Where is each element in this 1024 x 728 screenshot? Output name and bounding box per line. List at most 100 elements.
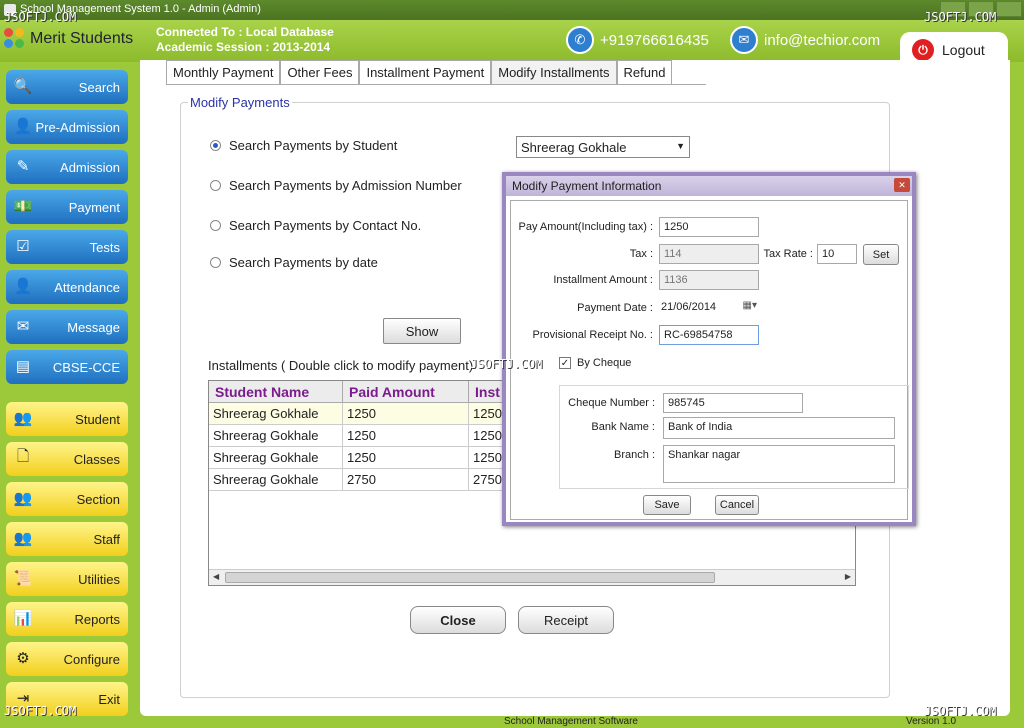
sidebar-item-cbse-cce[interactable]: ▤ CBSE-CCE (6, 350, 128, 384)
radio-search-by-student[interactable]: Search Payments by Student (210, 138, 397, 153)
save-button[interactable]: Save (643, 495, 691, 515)
logo-title: Merit Students (30, 30, 134, 47)
status-center-text: School Management Software (504, 716, 638, 727)
dialog-body: Pay Amount(Including tax) : 1250 Tax : 1… (510, 200, 909, 520)
watermark-top-right: JSOFTJ.COM (924, 10, 997, 24)
sidebar-item-pre-admission[interactable]: 👤 Pre-Admission (6, 110, 128, 144)
bank-name-input[interactable]: Bank of India (663, 417, 895, 439)
academic-session: Academic Session : 2013-2014 (156, 40, 331, 54)
sidebar-item-message[interactable]: ✉ Message (6, 310, 128, 344)
sidebar-item-payment[interactable]: 💵 Payment (6, 190, 128, 224)
gear-icon: ⚙ (16, 650, 30, 667)
student-select[interactable]: Shreerag Gokhale ▼ (516, 136, 690, 158)
checklist-icon: ☑ (16, 238, 30, 255)
scroll-right-icon[interactable]: ▶ (845, 572, 851, 581)
email-address: info@techior.com (764, 31, 881, 49)
scroll-icon: 📜 (13, 570, 33, 587)
by-cheque-checkbox[interactable]: ✓ By Cheque (559, 357, 631, 369)
tab-other-fees[interactable]: Other Fees (280, 60, 360, 84)
connection-info: Connected To : Local Database Academic S… (156, 25, 334, 55)
horizontal-scrollbar[interactable]: ◀ ▶ (209, 569, 855, 585)
receipt-number-input[interactable]: RC-69854758 (659, 325, 759, 345)
modify-payments-legend: Modify Payments (188, 95, 292, 110)
payment-date-label: Payment Date : (577, 302, 653, 314)
tab-divider (166, 84, 706, 85)
scroll-left-icon[interactable]: ◀ (213, 572, 219, 581)
tax-label: Tax : (629, 248, 653, 260)
sidebar-item-search[interactable]: 🔍 Search (6, 70, 128, 104)
document-icon: 🗋 (16, 447, 30, 465)
tax-rate-label: Tax Rate : (763, 248, 813, 260)
tax-input: 114 (659, 244, 759, 264)
tab-modify-installments[interactable]: Modify Installments (491, 60, 617, 84)
logout-label: Logout (942, 42, 985, 58)
payment-date-picker[interactable]: 21/06/2014 ▦▾ (659, 298, 759, 318)
sidebar-item-configure[interactable]: ⚙ Configure (6, 642, 128, 676)
pencil-icon: ✎ (16, 158, 30, 175)
dialog-close-icon[interactable]: ✕ (894, 178, 910, 192)
folder-icon: ▤ (15, 358, 31, 375)
tax-rate-input[interactable]: 10 (817, 244, 857, 264)
cancel-button[interactable]: Cancel (715, 495, 759, 515)
receipt-button[interactable]: Receipt (518, 606, 614, 634)
sidebar-item-section[interactable]: 👥 Section (6, 482, 128, 516)
connection-status: Connected To : Local Database (156, 25, 334, 39)
sidebar-item-utilities[interactable]: 📜 Utilities (6, 562, 128, 596)
sidebar-item-admission[interactable]: ✎ Admission (6, 150, 128, 184)
cheque-number-input[interactable]: 985745 (663, 393, 803, 413)
radio-search-by-date[interactable]: Search Payments by date (210, 255, 378, 270)
people-icon: 👥 (13, 410, 33, 427)
logo-icon (4, 28, 26, 50)
dropdown-arrow-icon: ▼ (676, 141, 685, 151)
tab-monthly-payment[interactable]: Monthly Payment (166, 60, 281, 84)
email-contact: ✉ info@techior.com (730, 26, 880, 54)
set-button[interactable]: Set (863, 244, 899, 265)
radio-search-by-admission-number[interactable]: Search Payments by Admission Number (210, 178, 462, 193)
person-icon: 👤 (13, 118, 33, 135)
sidebar-item-student[interactable]: 👥 Student (6, 402, 128, 436)
title-bar: School Management System 1.0 - Admin (Ad… (0, 0, 1024, 20)
pay-amount-label: Pay Amount(Including tax) : (518, 221, 653, 233)
watermark-bottom-left: JSOFTJ.COM (4, 704, 77, 718)
pay-amount-input[interactable]: 1250 (659, 217, 759, 237)
branch-input[interactable]: Shankar nagar (663, 445, 895, 483)
bank-name-label: Bank Name : (591, 421, 655, 433)
watermark-bottom-right: JSOFTJ.COM (924, 704, 997, 718)
tab-refund[interactable]: Refund (616, 60, 673, 84)
sidebar-item-staff[interactable]: 👥 Staff (6, 522, 128, 556)
power-icon: ⏻ (912, 39, 934, 61)
magnifier-icon: 🔍 (13, 78, 33, 95)
calendar-icon[interactable]: ▦▾ (743, 300, 757, 311)
money-icon: 💵 (13, 198, 33, 215)
dialog-title: Modify Payment Information (512, 179, 662, 193)
branch-label: Branch : (614, 449, 655, 461)
cheque-number-label: Cheque Number : (568, 397, 655, 409)
scrollbar-thumb[interactable] (225, 572, 715, 583)
envelope-icon: ✉ (16, 318, 30, 335)
sidebar-item-classes[interactable]: 🗋 Classes (6, 442, 128, 476)
people-icon: 👥 (13, 490, 33, 507)
close-window-button[interactable] (996, 1, 1022, 17)
sidebar-item-reports[interactable]: 📊 Reports (6, 602, 128, 636)
watermark-center: JSOFTJ.COM (470, 357, 543, 371)
tab-bar: Monthly Payment Other Fees Installment P… (166, 60, 673, 84)
column-paid-amount[interactable]: Paid Amount (343, 381, 469, 402)
close-button[interactable]: Close (410, 606, 506, 634)
phone-contact: ✆ +919766616435 (566, 26, 709, 54)
dialog-title-bar: Modify Payment Information ✕ (506, 176, 912, 196)
column-student-name[interactable]: Student Name (209, 381, 343, 402)
installments-label: Installments ( Double click to modify pa… (208, 358, 474, 373)
phone-number: +919766616435 (600, 31, 709, 49)
radio-search-by-contact[interactable]: Search Payments by Contact No. (210, 218, 421, 233)
installment-amount-label: Installment Amount : (553, 274, 653, 286)
header: Merit Students Connected To : Local Data… (0, 20, 1024, 68)
show-button[interactable]: Show (383, 318, 461, 344)
chart-icon: 📊 (13, 610, 33, 627)
people-icon: 👥 (13, 530, 33, 547)
sidebar-item-tests[interactable]: ☑ Tests (6, 230, 128, 264)
checkmark-icon: ✓ (559, 357, 571, 369)
sidebar-item-attendance[interactable]: 👤 Attendance (6, 270, 128, 304)
modify-payment-dialog: Modify Payment Information ✕ Pay Amount(… (502, 172, 916, 526)
tab-installment-payment[interactable]: Installment Payment (359, 60, 492, 84)
sidebar: 🔍 Search 👤 Pre-Admission ✎ Admission 💵 Payme… (0, 62, 160, 728)
